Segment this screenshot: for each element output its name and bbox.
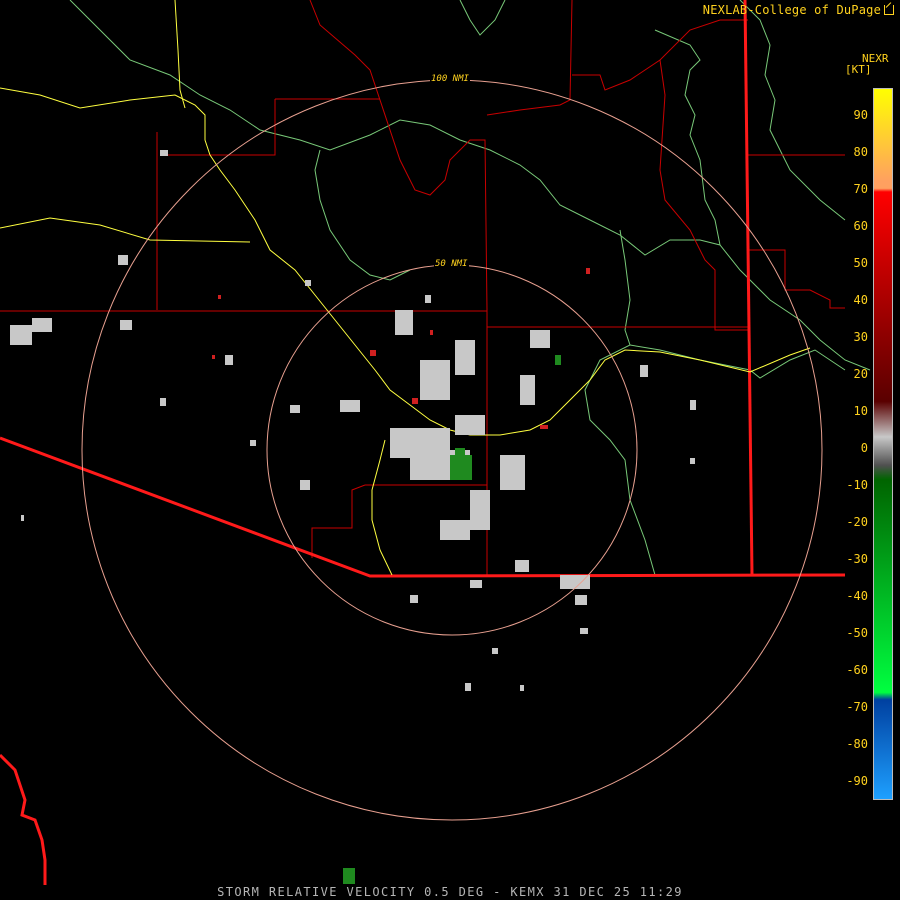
state-border <box>743 0 754 576</box>
river-line <box>629 344 846 379</box>
colorbar-tick-label: 10 <box>853 404 868 418</box>
county-lines <box>0 0 845 575</box>
credit-text: NEXLAB-College of DuPage <box>702 3 881 17</box>
river-line <box>584 229 656 576</box>
colorbar-tick-label: -80 <box>846 737 868 751</box>
colorbar-tick-label: 40 <box>853 293 868 307</box>
product-caption: STORM RELATIVE VELOCITY 0.5 DEG - KEMX 3… <box>217 885 683 899</box>
colorbar-tick-label: 60 <box>853 219 868 233</box>
velocity-colorbar <box>873 88 893 800</box>
colorbar-tick-label: 30 <box>853 330 868 344</box>
colorbar-tick-label: -90 <box>846 774 868 788</box>
radar-map <box>0 0 871 885</box>
colorbar-tick-label: 20 <box>853 367 868 381</box>
colorbar-tick-label: 80 <box>853 145 868 159</box>
range-ring-inner-label: 50 NMI <box>434 259 469 269</box>
river-line <box>459 0 506 36</box>
highway <box>371 439 393 576</box>
county-line <box>160 99 276 156</box>
colorbar-tick-label: 50 <box>853 256 868 270</box>
colorbar-tick-label: -60 <box>846 663 868 677</box>
river-line <box>739 0 846 221</box>
county-line <box>486 0 573 116</box>
highway <box>0 217 251 243</box>
radar-echoes <box>10 150 696 884</box>
river-line <box>314 149 411 281</box>
colorbar-tick-label: -10 <box>846 478 868 492</box>
colorbar-tick-label: 90 <box>853 108 868 122</box>
river-line <box>654 29 721 246</box>
legend-units-label: [KT] <box>845 63 872 76</box>
highway <box>174 0 186 109</box>
colorbar-tick-label: 70 <box>853 182 868 196</box>
colorbar-tick-label: -40 <box>846 589 868 603</box>
colorbar-tick-label: -30 <box>846 552 868 566</box>
colorbar-tick-label: -50 <box>846 626 868 640</box>
county-line <box>572 19 748 91</box>
county-line <box>311 484 366 558</box>
highway-lines <box>0 0 811 576</box>
external-link-icon <box>884 5 894 15</box>
range-ring-outer-label: 100 NMI <box>430 74 470 84</box>
echo-green-cluster <box>343 355 561 884</box>
colorbar-tick-label: -20 <box>846 515 868 529</box>
coastline <box>0 753 47 885</box>
credit-link[interactable]: NEXLAB-College of DuPage <box>703 3 894 17</box>
radar-view: 100 NMI 50 NMI NEXLAB-College of DuPage … <box>0 0 900 900</box>
county-line <box>748 249 845 309</box>
colorbar-tick-label: -70 <box>846 700 868 714</box>
echo-gray-cluster <box>10 150 696 691</box>
colorbar-tick-label: 0 <box>860 441 868 455</box>
